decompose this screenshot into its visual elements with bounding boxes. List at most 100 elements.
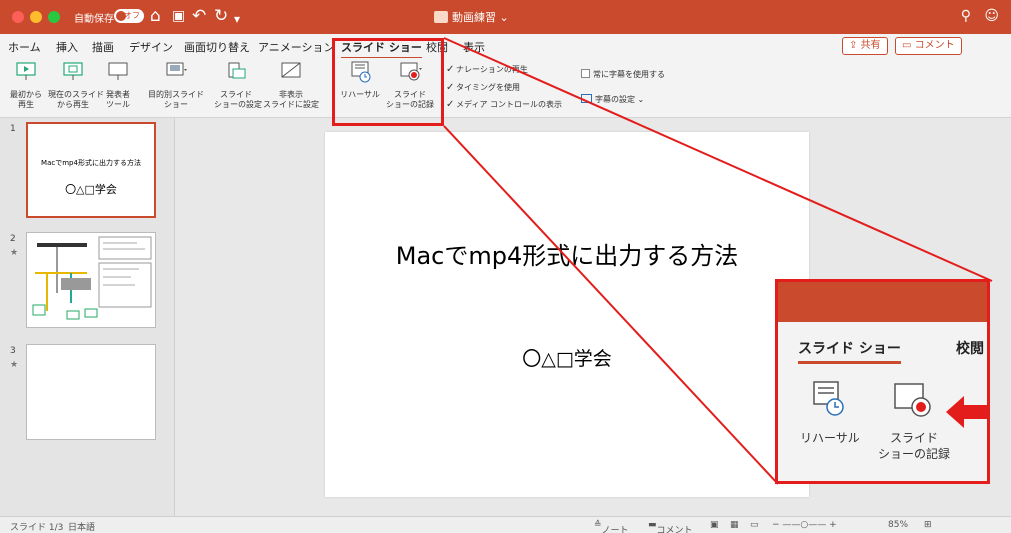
zoom-level: 85%	[888, 520, 909, 530]
autosave-label: 自動保存	[74, 14, 114, 25]
subtitle-settings-button[interactable]: 字幕の設定 ⌄	[581, 94, 644, 105]
tab-view[interactable]: 表示	[463, 39, 485, 55]
slide-thumbnail-3[interactable]	[26, 344, 156, 440]
zoom-record-label: スライド ショーの記録	[878, 431, 951, 461]
presenter-view-label: 発表者 ツール	[106, 90, 130, 109]
play-from-current-label: 現在のスライド から再生	[48, 90, 104, 109]
timing-checkbox[interactable]: ✓ タイミングを使用	[446, 82, 520, 93]
slide-thumbnails-pane: 1 Macでmp4形式に出力する方法 〇△□学会 2 ★ 3 ★	[0, 118, 175, 516]
zoom-rehearse-icon	[813, 381, 844, 416]
tab-home[interactable]: ホーム	[8, 39, 41, 55]
hide-slide-button[interactable]: 非表示 スライドに設定	[258, 60, 324, 110]
star-icon: ★	[10, 360, 19, 370]
play-from-start-button[interactable]: 最初から 再生	[4, 60, 48, 110]
tab-transitions[interactable]: 画面切り替え	[184, 39, 250, 55]
zoom-window-button[interactable]	[48, 11, 60, 23]
zoom-tab-slideshow: スライド ショー	[798, 338, 901, 364]
narration-checkbox[interactable]: ✓ ナレーションの再生	[446, 64, 528, 75]
zoom-titlebar	[778, 282, 987, 322]
slide-number: 3	[10, 346, 16, 356]
slide-subtitle[interactable]: 〇△□学会	[325, 344, 809, 371]
search-icon[interactable]: ⚲	[961, 8, 971, 24]
slide-number: 2	[10, 234, 16, 244]
notes-button[interactable]: ≙ ノート	[594, 520, 629, 533]
slideshow-setup-label: スライド ショーの設定	[214, 90, 262, 109]
zoom-rehearse-label: リハーサル	[800, 431, 860, 445]
slide-thumbnail-2[interactable]	[26, 232, 156, 328]
undo-icon[interactable]: ↶	[192, 6, 206, 26]
customize-toolbar-icon[interactable]: ▾	[234, 9, 240, 29]
minimize-window-button[interactable]	[30, 11, 42, 23]
close-window-button[interactable]	[12, 11, 24, 23]
zoom-record-icon	[894, 383, 931, 417]
slide-number: 1	[10, 124, 16, 134]
diagram-preview	[32, 236, 152, 320]
smiley-icon[interactable]: ☺	[984, 8, 999, 24]
play-from-start-label: 最初から 再生	[10, 90, 42, 109]
custom-slideshow-icon	[166, 62, 187, 76]
subtitles-always-label: 常に字幕を使用する	[593, 70, 665, 79]
slideshow-setup-icon	[228, 62, 246, 79]
tab-animations[interactable]: アニメーション	[258, 39, 335, 55]
media-controls-checkbox[interactable]: ✓ メディア コントロールの表示	[446, 99, 562, 110]
slide-title[interactable]: Macでmp4形式に出力する方法	[325, 236, 809, 271]
check-icon: ✓	[446, 99, 455, 110]
status-bar: スライド 1/3 日本語 ≙ ノート ▬ コメント ▣ ▦ ▭ − ——○—— …	[0, 516, 1011, 533]
red-arrow-icon	[946, 396, 987, 428]
reading-view-icon[interactable]: ▭	[750, 520, 759, 530]
redo-icon[interactable]: ↻	[214, 6, 228, 26]
zoom-tab-review: 校閲	[956, 341, 984, 357]
check-icon: ✓	[446, 64, 455, 75]
share-label: 共有	[860, 40, 881, 51]
save-icon[interactable]: ▣	[172, 6, 185, 26]
language-indicator: 日本語	[68, 523, 96, 533]
custom-slideshow-label: 目的別スライド ショー	[148, 90, 204, 109]
tab-design[interactable]: デザイン	[129, 39, 173, 55]
hide-slide-label: 非表示 スライドに設定	[263, 90, 319, 109]
document-title: 動画練習 ⌄	[434, 9, 509, 25]
slide-position: スライド 1/3	[10, 523, 64, 533]
ribbon-tabs: ホーム 挿入 描画 デザイン 画面切り替え アニメーション スライド ショー 校…	[0, 34, 1011, 59]
powerpoint-icon	[434, 11, 448, 23]
titlebar-right: ⚲ ☺	[961, 8, 999, 24]
play-from-start-icon	[16, 62, 36, 80]
comment-label: コメント	[914, 40, 955, 51]
custom-slideshow-button[interactable]: 目的別スライド ショー	[144, 60, 208, 110]
share-button[interactable]: ⇪ 共有	[842, 37, 888, 55]
media-controls-label: メディア コントロールの表示	[456, 100, 562, 109]
ribbon-commands: 最初から 再生 現在のスライド から再生 発表者 ツール 目的別スライド ショー…	[0, 58, 1011, 118]
home-icon[interactable]: ⌂	[150, 6, 161, 26]
zoom-slider[interactable]: − ——○—— +	[772, 520, 837, 530]
tab-insert[interactable]: 挿入	[56, 39, 78, 55]
subtitles-always-checkbox[interactable]: 常に字幕を使用する	[581, 69, 665, 80]
narration-label: ナレーションの再生	[456, 65, 528, 74]
slide-sorter-icon[interactable]: ▦	[730, 520, 739, 530]
presenter-view-icon	[108, 62, 128, 80]
hide-slide-icon	[281, 62, 301, 78]
slideshow-setup-button[interactable]: スライド ショーの設定	[214, 60, 262, 110]
title-bar: 自動保存 オフ ⌂ ▣ ↶ ↻ ▾ 動画練習 ⌄ ⚲ ☺	[0, 0, 1011, 34]
subtitle-settings-label: 字幕の設定	[595, 95, 635, 104]
comments-label: コメント	[656, 526, 693, 533]
comment-button[interactable]: ▭ コメント	[895, 37, 962, 55]
timing-label: タイミングを使用	[456, 83, 520, 92]
document-title-text: 動画練習	[452, 11, 496, 24]
comments-button[interactable]: ▬ コメント	[648, 520, 693, 533]
normal-view-icon[interactable]: ▣	[710, 520, 719, 530]
subtitle-icon	[581, 94, 592, 103]
zoom-callout: スライド ショー 校閲 リハーサル スライド ショーの記録	[775, 279, 990, 484]
thumbnail-subtitle: 〇△□学会	[65, 183, 117, 196]
play-from-current-button[interactable]: 現在のスライド から再生	[48, 60, 104, 110]
play-from-current-icon	[63, 62, 83, 80]
thumbnail-title: Macでmp4形式に出力する方法	[41, 159, 141, 167]
slide-thumbnail-1[interactable]: Macでmp4形式に出力する方法 〇△□学会	[26, 122, 156, 218]
presenter-view-button[interactable]: 発表者 ツール	[100, 60, 136, 110]
empty-checkbox-icon	[581, 69, 590, 78]
current-slide[interactable]: Macでmp4形式に出力する方法 〇△□学会	[325, 132, 809, 497]
tab-draw[interactable]: 描画	[92, 39, 114, 55]
notes-label: ノート	[601, 526, 629, 533]
check-icon: ✓	[446, 82, 455, 93]
highlight-box	[332, 38, 444, 126]
fit-to-window-icon[interactable]: ⊞	[924, 520, 932, 530]
autosave-toggle[interactable]: オフ	[114, 9, 144, 23]
